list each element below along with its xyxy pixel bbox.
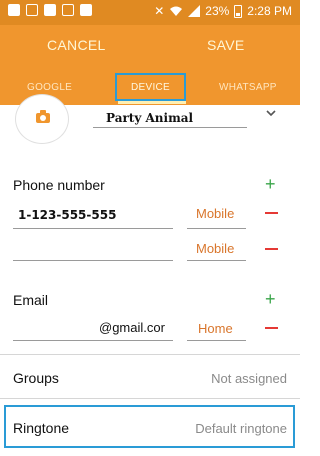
field-underline bbox=[187, 340, 246, 341]
divider bbox=[0, 398, 300, 399]
remove-phone-button[interactable] bbox=[265, 248, 278, 250]
groups-value[interactable]: Not assigned bbox=[211, 371, 287, 386]
add-phone-button[interactable]: + bbox=[265, 175, 276, 193]
tab-whatsapp[interactable]: WHATSAPP bbox=[219, 82, 277, 93]
cancel-button[interactable]: CANCEL bbox=[47, 37, 106, 53]
notification-icon bbox=[8, 4, 20, 16]
chevron-down-icon[interactable] bbox=[266, 108, 276, 118]
notification-icon bbox=[26, 4, 38, 16]
field-underline bbox=[187, 260, 246, 261]
battery-percent: 23% bbox=[205, 4, 230, 18]
save-button[interactable]: SAVE bbox=[207, 37, 245, 53]
status-right: ✕ 23% 2:28 PM bbox=[154, 4, 292, 18]
signal-icon bbox=[188, 5, 201, 17]
phone-type-select[interactable]: Mobile bbox=[196, 241, 234, 256]
status-bar: ✕ 23% 2:28 PM bbox=[0, 0, 300, 25]
status-left-icons bbox=[8, 4, 92, 16]
camera-icon bbox=[36, 110, 50, 123]
field-underline bbox=[13, 260, 173, 261]
groups-label[interactable]: Groups bbox=[13, 370, 59, 386]
ringtone-value[interactable]: Default ringtone bbox=[195, 421, 287, 436]
contact-photo-button[interactable] bbox=[15, 94, 69, 144]
clock: 2:28 PM bbox=[247, 4, 292, 18]
email-section-label: Email bbox=[13, 292, 49, 308]
tab-google[interactable]: GOOGLE bbox=[27, 82, 72, 93]
wifi-icon bbox=[170, 6, 183, 16]
remove-phone-button[interactable] bbox=[265, 212, 278, 214]
phone-field[interactable]: 1-123-555-555 bbox=[18, 208, 116, 222]
notification-icon bbox=[62, 4, 74, 16]
name-field[interactable]: Party Animal bbox=[106, 111, 193, 125]
phone-type-select[interactable]: Mobile bbox=[196, 206, 234, 221]
voicemail-icon bbox=[44, 4, 56, 16]
action-bar: CANCEL SAVE bbox=[0, 25, 300, 67]
remove-email-button[interactable] bbox=[265, 327, 278, 329]
ringtone-label[interactable]: Ringtone bbox=[13, 420, 69, 436]
field-underline bbox=[187, 228, 246, 229]
tab-selected-indicator bbox=[118, 101, 186, 104]
divider bbox=[0, 354, 300, 355]
battery-icon bbox=[234, 4, 243, 18]
email-field[interactable]: @gmail.cor bbox=[99, 320, 165, 335]
field-underline bbox=[13, 228, 173, 229]
field-underline bbox=[93, 127, 247, 128]
email-type-select[interactable]: Home bbox=[198, 321, 233, 336]
briefcase-icon bbox=[80, 4, 92, 16]
add-email-button[interactable]: + bbox=[265, 290, 276, 308]
mute-icon: ✕ bbox=[154, 4, 165, 18]
highlight-box bbox=[115, 73, 186, 101]
field-underline bbox=[13, 340, 173, 341]
phone-section-label: Phone number bbox=[13, 177, 105, 193]
